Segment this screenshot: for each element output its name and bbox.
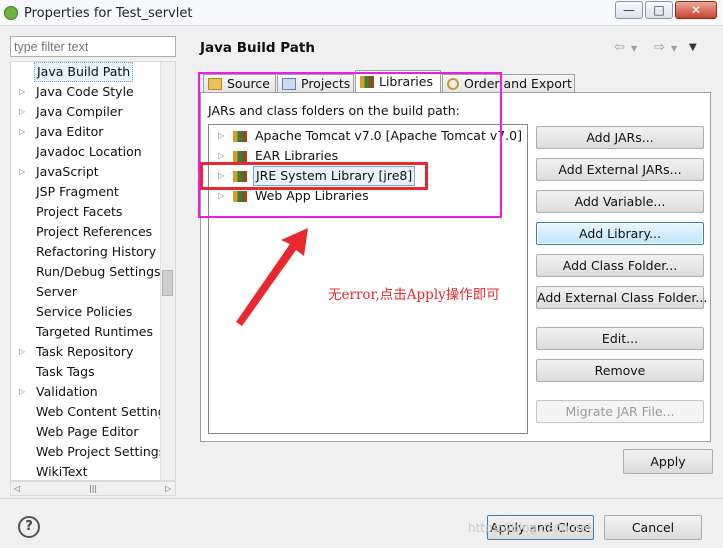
add-external-jars-button[interactable]: Add External JARs...: [536, 158, 704, 181]
back-arrow-icon[interactable]: ⇦: [614, 40, 625, 55]
footer-separator: [0, 498, 723, 499]
property-page-list: Java Build Path ▷ Java Code Style ▷ Java C…: [10, 61, 176, 481]
forward-dropdown-icon[interactable]: ▼: [671, 44, 677, 53]
expand-arrow-icon[interactable]: ▷: [19, 162, 25, 182]
expand-arrow-icon[interactable]: ▷: [19, 102, 25, 122]
scroll-left-icon[interactable]: ◁: [14, 484, 20, 493]
migrate-jar-button[interactable]: Migrate JAR File...: [536, 400, 704, 423]
annotation-arrow-shape: [236, 228, 308, 326]
add-library-button[interactable]: Add Library...: [536, 222, 704, 245]
close-button[interactable]: ✕: [675, 1, 717, 19]
apply-button[interactable]: Apply: [623, 449, 713, 474]
scroll-right-icon[interactable]: ▷: [165, 484, 171, 493]
annotation-arrow: [236, 228, 308, 326]
annotation-magenta-box: [198, 72, 502, 218]
expand-arrow-icon[interactable]: ▷: [19, 82, 25, 102]
page-title: Java Build Path: [200, 40, 315, 56]
watermark: https://blog.csdn.net: [468, 521, 593, 535]
sidebar-horizontal-scrollbar[interactable]: ◁ ||| ▷: [10, 481, 176, 496]
add-class-folder-button[interactable]: Add Class Folder...: [536, 254, 704, 277]
window-title: Properties for Test_servlet: [24, 6, 193, 21]
scroll-grip-icon[interactable]: |||: [89, 484, 97, 493]
cancel-button[interactable]: Cancel: [604, 515, 702, 540]
annotation-text: 无error,点击Apply操作即可: [328, 287, 500, 303]
back-dropdown-icon[interactable]: ▼: [631, 44, 637, 53]
help-icon[interactable]: ?: [18, 516, 40, 538]
eclipse-app-icon: [4, 6, 18, 20]
add-variable-button[interactable]: Add Variable...: [536, 190, 704, 213]
edit-button[interactable]: Edit...: [536, 327, 704, 350]
expand-arrow-icon[interactable]: ▷: [19, 342, 25, 362]
annotation-red-box: [200, 162, 428, 190]
minimize-button[interactable]: —: [615, 1, 643, 19]
sidebar-scroll-thumb[interactable]: [162, 270, 173, 296]
expand-arrow-icon[interactable]: ▷: [19, 122, 25, 142]
maximize-button[interactable]: □: [645, 1, 673, 19]
expand-arrow-icon[interactable]: ▷: [19, 382, 25, 402]
remove-button[interactable]: Remove: [536, 359, 704, 382]
add-external-class-folder-button[interactable]: Add External Class Folder...: [536, 286, 707, 309]
forward-arrow-icon[interactable]: ⇨: [654, 40, 665, 55]
add-jars-button[interactable]: Add JARs...: [536, 126, 704, 149]
view-menu-icon[interactable]: ▼: [689, 42, 697, 53]
filter-input[interactable]: [10, 36, 176, 57]
